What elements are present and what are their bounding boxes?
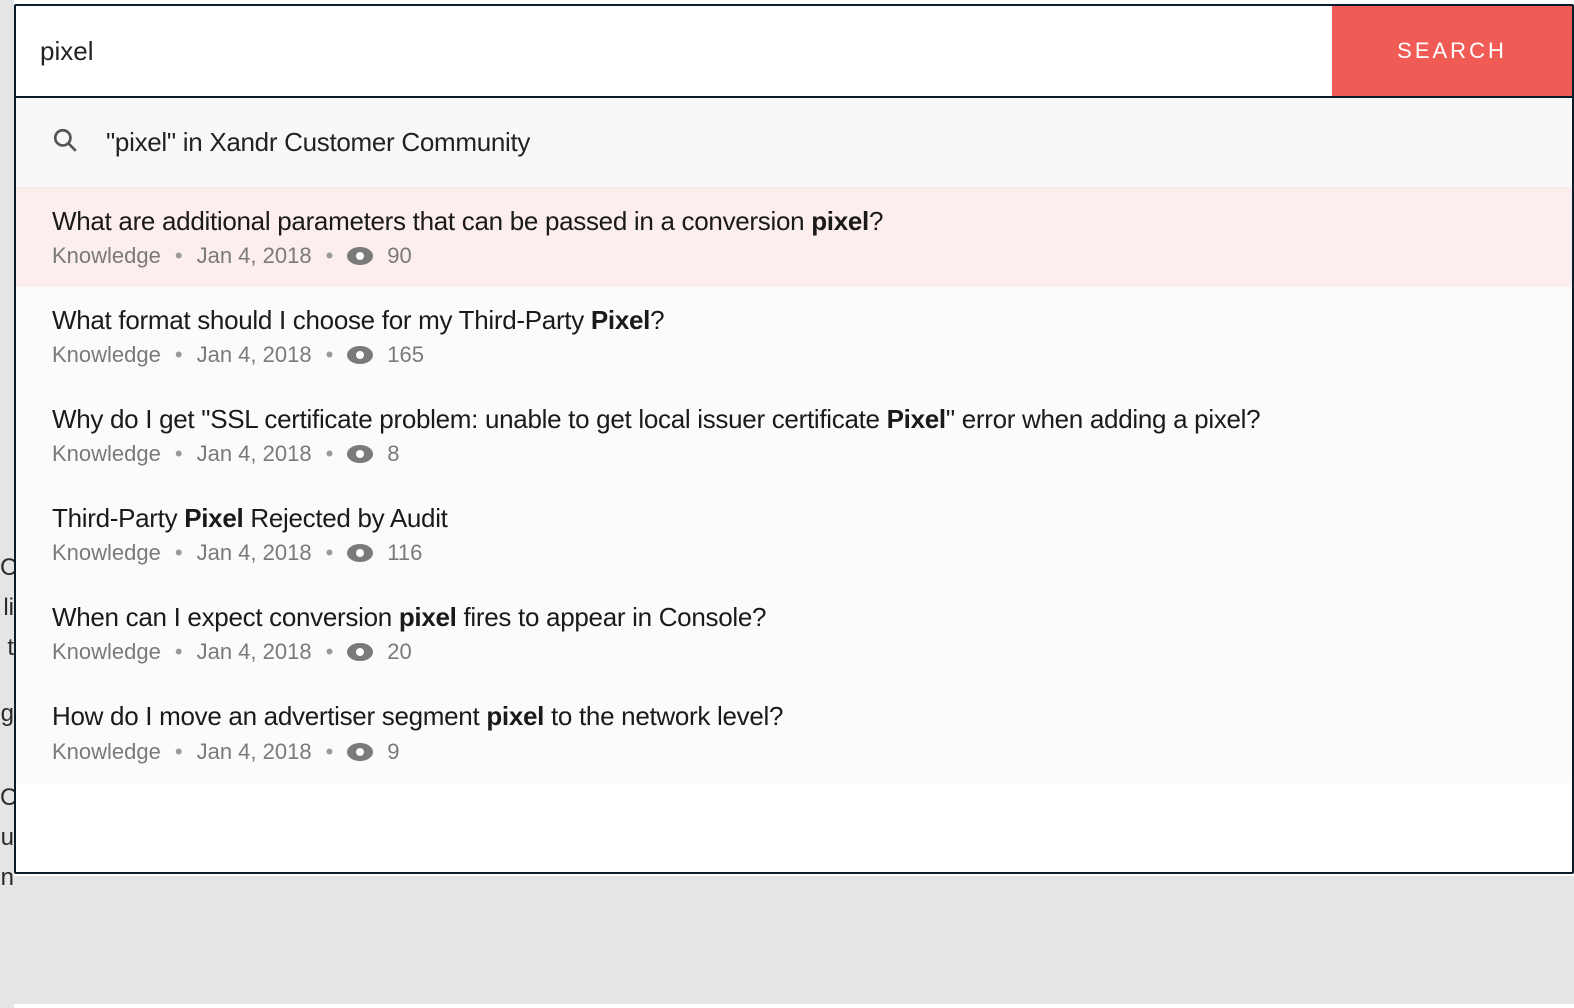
- result-title: What format should I choose for my Third…: [52, 303, 1536, 338]
- separator-dot: •: [175, 739, 183, 765]
- result-meta: Knowledge • Jan 4, 2018 • 9: [52, 739, 1536, 765]
- eye-icon: [347, 346, 373, 364]
- search-result[interactable]: How do I move an advertiser segment pixe…: [16, 683, 1572, 782]
- result-views: 20: [387, 639, 411, 665]
- separator-dot: •: [175, 441, 183, 467]
- result-category: Knowledge: [52, 342, 161, 368]
- result-meta: Knowledge • Jan 4, 2018 • 165: [52, 342, 1536, 368]
- background-glyph: g: [0, 702, 14, 726]
- search-panel: SEARCH "pixel" in Xandr Customer Communi…: [14, 4, 1574, 874]
- separator-dot: •: [326, 540, 334, 566]
- result-title: Why do I get "SSL certificate problem: u…: [52, 402, 1536, 437]
- result-category: Knowledge: [52, 639, 161, 665]
- result-date: Jan 4, 2018: [197, 540, 312, 566]
- separator-dot: •: [326, 739, 334, 765]
- background-glyph: C: [0, 786, 14, 810]
- separator-dot: •: [175, 243, 183, 269]
- eye-icon: [347, 247, 373, 265]
- result-category: Knowledge: [52, 243, 161, 269]
- result-category: Knowledge: [52, 441, 161, 467]
- background-bottom-strip: [14, 876, 1574, 1004]
- background-sliver: Cli t g Cun: [0, 0, 14, 1008]
- result-date: Jan 4, 2018: [197, 739, 312, 765]
- search-scope-row[interactable]: "pixel" in Xandr Customer Community: [16, 98, 1572, 188]
- result-meta: Knowledge • Jan 4, 2018 • 90: [52, 243, 1536, 269]
- result-views: 90: [387, 243, 411, 269]
- result-meta: Knowledge • Jan 4, 2018 • 8: [52, 441, 1536, 467]
- search-result[interactable]: When can I expect conversion pixel fires…: [16, 584, 1572, 683]
- result-category: Knowledge: [52, 540, 161, 566]
- result-title: What are additional parameters that can …: [52, 204, 1536, 239]
- separator-dot: •: [175, 639, 183, 665]
- separator-dot: •: [326, 342, 334, 368]
- search-result[interactable]: Why do I get "SSL certificate problem: u…: [16, 386, 1572, 485]
- search-bar: SEARCH: [16, 6, 1572, 98]
- eye-icon: [347, 643, 373, 661]
- result-date: Jan 4, 2018: [197, 243, 312, 269]
- search-result[interactable]: What format should I choose for my Third…: [16, 287, 1572, 386]
- eye-icon: [347, 544, 373, 562]
- result-views: 9: [387, 739, 399, 765]
- result-views: 116: [387, 540, 422, 566]
- result-meta: Knowledge • Jan 4, 2018 • 20: [52, 639, 1536, 665]
- search-input[interactable]: [16, 6, 1332, 96]
- result-views: 165: [387, 342, 424, 368]
- eye-icon: [347, 445, 373, 463]
- result-date: Jan 4, 2018: [197, 441, 312, 467]
- search-result[interactable]: What are additional parameters that can …: [16, 188, 1572, 287]
- background-glyph: n: [0, 866, 14, 890]
- separator-dot: •: [326, 243, 334, 269]
- result-date: Jan 4, 2018: [197, 639, 312, 665]
- result-date: Jan 4, 2018: [197, 342, 312, 368]
- search-button[interactable]: SEARCH: [1332, 6, 1572, 96]
- separator-dot: •: [175, 342, 183, 368]
- search-results: What are additional parameters that can …: [16, 188, 1572, 783]
- result-title: How do I move an advertiser segment pixe…: [52, 699, 1536, 734]
- result-category: Knowledge: [52, 739, 161, 765]
- background-glyph: u: [0, 826, 14, 850]
- background-glyph: t: [0, 636, 14, 660]
- background-glyph: C: [0, 556, 14, 580]
- eye-icon: [347, 743, 373, 761]
- background-glyph: li: [0, 596, 14, 620]
- search-icon: [52, 127, 106, 158]
- separator-dot: •: [326, 639, 334, 665]
- result-meta: Knowledge • Jan 4, 2018 • 116: [52, 540, 1536, 566]
- result-title: When can I expect conversion pixel fires…: [52, 600, 1536, 635]
- result-views: 8: [387, 441, 399, 467]
- separator-dot: •: [326, 441, 334, 467]
- stage: Cli t g Cun SEARCH "pixel" in Xandr Custome…: [0, 0, 1574, 1008]
- result-title: Third-Party Pixel Rejected by Audit: [52, 501, 1536, 536]
- separator-dot: •: [175, 540, 183, 566]
- search-result[interactable]: Third-Party Pixel Rejected by Audit Knowl…: [16, 485, 1572, 584]
- search-scope-text: "pixel" in Xandr Customer Community: [106, 127, 530, 158]
